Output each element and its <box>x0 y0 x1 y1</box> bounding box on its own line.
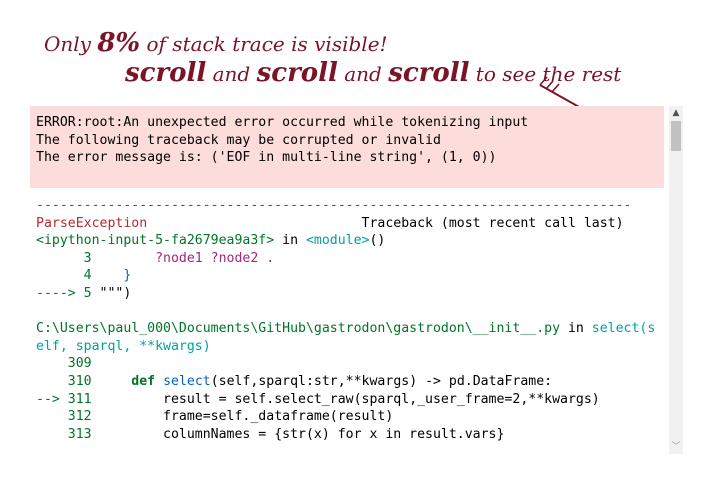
stderr-line: ERROR:root:An unexpected error occurred … <box>36 115 529 130</box>
cell-output-area: ERROR:root:An unexpected error occurred … <box>30 106 668 456</box>
code-line: } <box>91 268 132 284</box>
stderr-line: The error message is: ('EOF in multi-lin… <box>36 150 497 166</box>
scroll-down-icon[interactable]: ﹀ <box>669 440 683 454</box>
module-name: <module> <box>305 233 370 249</box>
line-number: 310 <box>36 373 92 389</box>
traceback-separator: ----------------------------------------… <box>36 198 632 213</box>
function-signature: select(s <box>591 321 656 337</box>
input-ref: <ipython-input-5-fa2679ea9a3f> <box>36 233 275 249</box>
line-number: 313 <box>36 426 92 442</box>
code-line: result = self.select_raw(sparql,_user_fr… <box>91 391 600 407</box>
line-number: 4 <box>36 268 92 284</box>
function-name: select <box>163 373 211 389</box>
code-line: ?node1 ?node2 . <box>91 250 275 266</box>
vertical-scrollbar[interactable]: ▲ ﹀ <box>669 106 683 454</box>
stderr-output: ERROR:root:An unexpected error occurred … <box>30 106 664 188</box>
def-keyword: def <box>131 373 156 389</box>
file-path: C:\Users\paul_000\Documents\GitHub\gastr… <box>36 321 561 337</box>
line-number: 312 <box>36 409 92 425</box>
code-line: """) <box>91 285 132 301</box>
scroll-thumb[interactable] <box>671 121 681 151</box>
line-number: 309 <box>36 356 92 372</box>
scroll-up-icon[interactable]: ▲ <box>669 106 683 120</box>
traceback: ----------------------------------------… <box>36 198 656 442</box>
code-line: columnNames = {str(x) for x in result.va… <box>91 426 505 442</box>
current-line-arrow: --> 311 <box>36 391 92 407</box>
code-line: frame=self._dataframe(result) <box>91 409 394 425</box>
stderr-line: The following traceback may be corrupted… <box>36 132 441 148</box>
exception-name: ParseException <box>36 215 148 231</box>
line-number: 3 <box>36 250 92 266</box>
current-line-arrow: ----> 5 <box>36 285 92 301</box>
traceback-header: Traceback (most recent call last) <box>361 215 624 231</box>
